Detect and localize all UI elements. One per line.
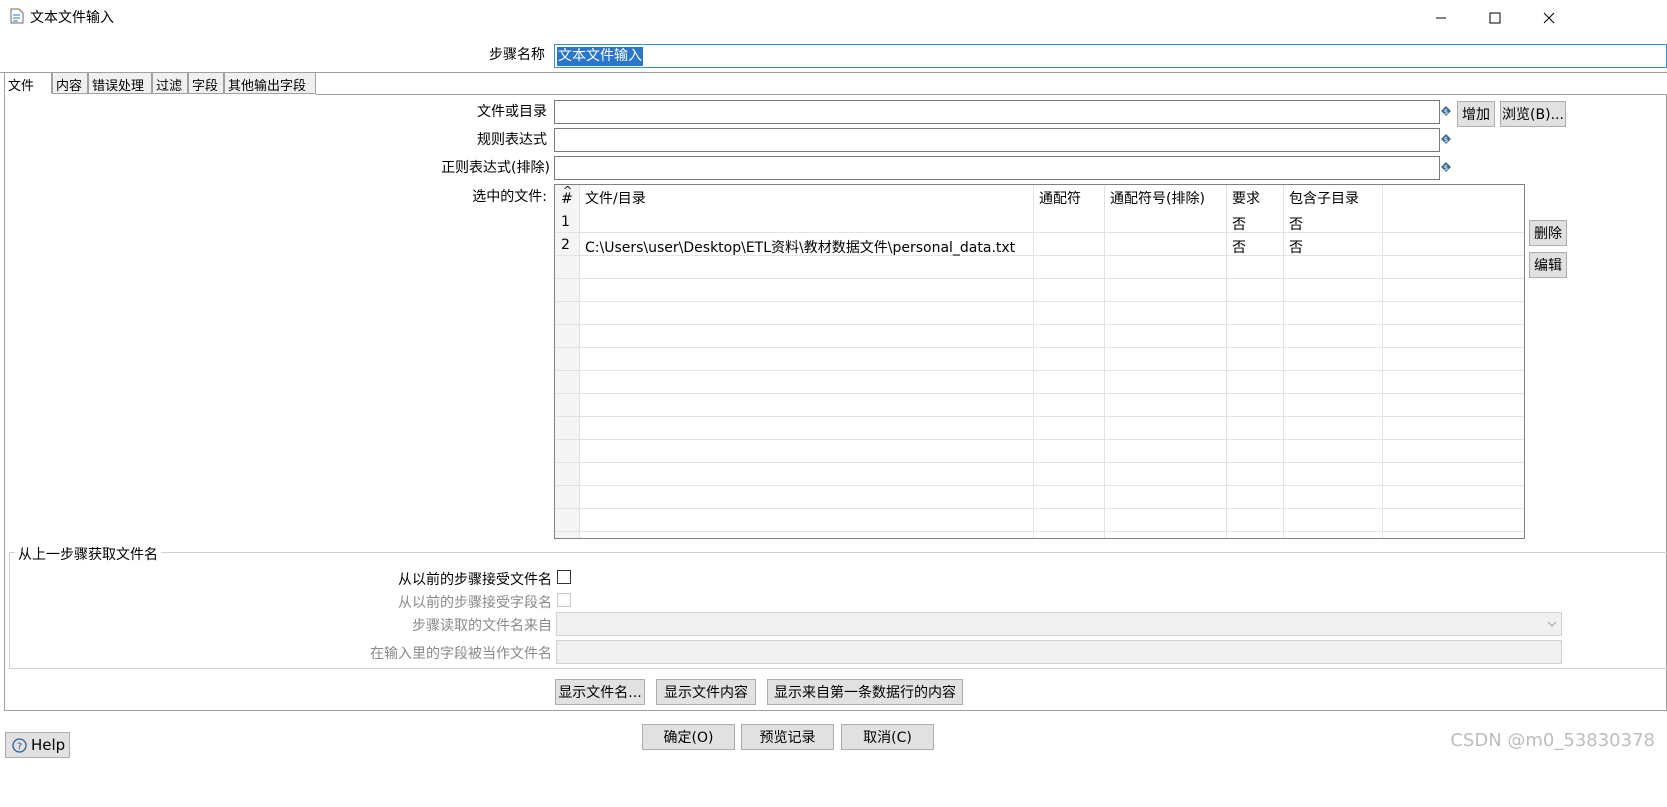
column-header-path[interactable]: 文件/目录 [579,185,646,209]
grid-line [555,370,1524,371]
row-path: C:\Users\user\Desktop\ETL资料\教材数据文件\perso… [585,240,1016,256]
preview-button[interactable]: 预览记录 [741,724,834,750]
variable-icon[interactable]: $ [1441,106,1451,116]
svg-text:?: ? [17,741,22,752]
accept-filenames-label: 从以前的步骤接受文件名 [398,572,552,588]
accept-fieldname-label: 从以前的步骤接受字段名 [398,595,552,611]
help-icon: ? [12,737,27,753]
document-icon [10,8,24,24]
file-or-dir-input[interactable] [554,100,1440,124]
maximize-button[interactable] [1472,0,1518,36]
column-header-wildcard[interactable]: 通配符 [1033,185,1081,209]
tab-panel-topline [316,94,1667,95]
grid-line [555,485,1524,486]
grid-line [555,278,1524,279]
step-name-value: 文本文件输入 [557,47,643,66]
grid-line [555,508,1524,509]
row-required: 否 [1232,240,1246,256]
grid-line [555,393,1524,394]
show-filenames-button[interactable]: 显示文件名... [555,679,645,705]
title-bar: 文本文件输入 [0,0,1667,36]
row-include-subdirs: 否 [1289,240,1303,256]
close-icon [1543,12,1555,24]
tab-file[interactable]: 文件 [4,73,52,94]
tab-other-output-fields[interactable]: 其他输出字段 [224,73,316,94]
svg-text:$: $ [1444,164,1448,172]
regex-label: 规则表达式 [477,132,547,148]
regex-input[interactable] [554,128,1440,152]
step-name-label: 步骤名称 [489,47,545,63]
delete-button[interactable]: 删除 [1529,220,1567,246]
grid-line [555,439,1524,440]
row-number: 2 [561,237,570,253]
help-label: Help [31,736,66,754]
grid-line [555,416,1524,417]
help-button[interactable]: ? Help [5,732,70,758]
grid-line [555,531,1524,532]
tab-filter[interactable]: 过滤 [152,73,188,94]
accept-fieldname-checkbox[interactable] [557,593,571,607]
tab-content[interactable]: 内容 [52,73,88,94]
file-or-dir-label: 文件或目录 [477,104,547,120]
field-as-filename-label: 在输入里的字段被当作文件名 [370,646,552,662]
selected-files-label: 选中的文件: [472,189,547,205]
row-include-subdirs: 否 [1289,217,1303,233]
prev-step-group-title: 从上一步骤获取文件名 [15,544,161,564]
browse-button[interactable]: 浏览(B)... [1500,101,1566,127]
accept-filenames-checkbox[interactable] [557,570,571,584]
chevron-down-icon [1547,621,1557,627]
add-button[interactable]: 增加 [1457,101,1495,127]
field-as-filename-input[interactable] [556,640,1562,664]
regex-exclude-input[interactable] [554,156,1440,180]
column-header-required[interactable]: 要求 [1226,185,1260,209]
step-name-input[interactable]: 文本文件输入 [554,44,1667,68]
grid-line [555,324,1524,325]
show-file-content-button[interactable]: 显示文件内容 [656,679,756,705]
step-source-select[interactable] [556,612,1562,636]
row-number: 1 [561,214,570,230]
grid-line [555,462,1524,463]
edit-button[interactable]: 编辑 [1529,252,1567,278]
tab-error-handling[interactable]: 错误处理 [88,73,152,94]
minimize-icon [1436,17,1446,19]
selected-files-table[interactable]: ^ # 文件/目录 通配符 通配符号(排除) 要求 包含子目录 1 否 否 2 … [554,184,1525,539]
close-button[interactable] [1526,0,1572,36]
regex-exclude-label: 正则表达式(排除) [441,160,550,176]
column-header-num[interactable]: # [555,185,573,209]
ok-button[interactable]: 确定(O) [642,724,735,750]
maximize-icon [1489,12,1501,24]
grid-line [555,347,1524,348]
variable-icon[interactable]: $ [1441,134,1451,144]
svg-text:$: $ [1444,108,1448,116]
cancel-button[interactable]: 取消(C) [841,724,934,750]
show-first-row-button[interactable]: 显示来自第一条数据行的内容 [767,679,963,705]
svg-text:$: $ [1444,136,1448,144]
row-required: 否 [1232,217,1246,233]
grid-line [555,301,1524,302]
column-header-wildcard-exclude[interactable]: 通配符号(排除) [1104,185,1205,209]
tab-fields[interactable]: 字段 [188,73,224,94]
column-header-include-subdirs[interactable]: 包含子目录 [1283,185,1359,209]
variable-icon[interactable]: $ [1441,162,1451,172]
grid-line [555,232,1524,233]
watermark: CSDN @m0_53830378 [1450,730,1655,751]
window-title: 文本文件输入 [30,10,114,26]
minimize-button[interactable] [1418,0,1464,36]
step-source-label: 步骤读取的文件名来自 [412,618,552,634]
